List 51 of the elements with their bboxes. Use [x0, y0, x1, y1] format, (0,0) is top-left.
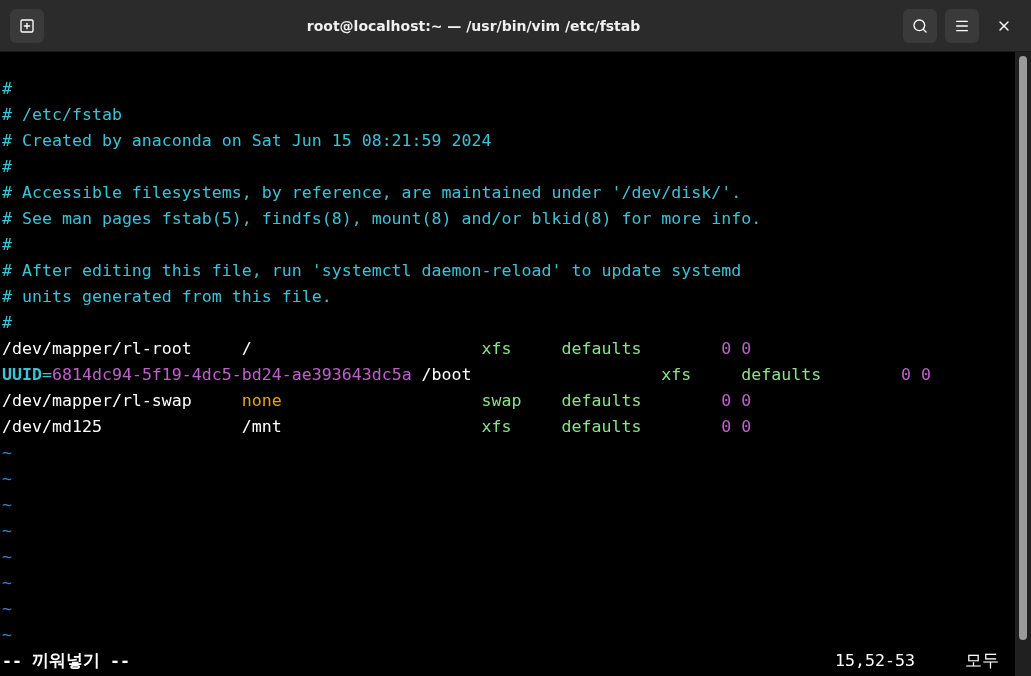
- comment-text: # See man pages fstab(5), findfs(8), mount(8) and/or blkid(8) for more info.: [2, 209, 762, 228]
- new-tab-button[interactable]: [10, 8, 44, 43]
- code-text: 6814dc94-5f19-4dc5-bd24-ae393643dc5a: [51, 365, 412, 384]
- code-text: 0 0: [721, 391, 752, 410]
- code-text: /mnt: [241, 417, 282, 436]
- search-button[interactable]: [903, 8, 937, 43]
- code-text: UUID: [2, 365, 42, 384]
- empty-line-marker: ~: [2, 573, 12, 592]
- empty-line-marker: ~: [2, 599, 12, 618]
- empty-line-marker: ~: [2, 625, 12, 644]
- mode-indicator: -- 끼워넣기 --: [2, 650, 130, 672]
- comment-text: # After editing this file, run 'systemctl daemon-reload' to update systemd: [2, 261, 742, 280]
- code-text: /: [241, 339, 252, 358]
- code-text: 0 0: [721, 417, 752, 436]
- comment-text: #: [2, 235, 12, 254]
- code-text: /dev/mapper/rl-root: [2, 339, 192, 358]
- code-text: /dev/mapper/rl-swap: [2, 391, 192, 410]
- scrollbar[interactable]: [1015, 52, 1031, 676]
- empty-line-marker: ~: [2, 443, 12, 462]
- scrollbar-thumb[interactable]: [1019, 56, 1027, 640]
- search-icon: [912, 17, 928, 34]
- code-text: /dev/md125: [2, 417, 102, 436]
- code-text: =: [41, 365, 52, 384]
- code-text: xfs: [481, 417, 512, 436]
- code-text: 0 0: [721, 339, 752, 358]
- empty-line-marker: ~: [2, 521, 12, 540]
- code-text: defaults: [561, 339, 642, 358]
- code-text: defaults: [741, 365, 822, 384]
- comment-text: #: [2, 157, 12, 176]
- code-text: defaults: [561, 391, 642, 410]
- code-text: defaults: [561, 417, 642, 436]
- code-text: /boot: [421, 365, 472, 384]
- comment-text: #: [2, 79, 12, 98]
- comment-text: # /etc/fstab: [2, 105, 122, 124]
- empty-line-marker: ~: [2, 547, 12, 566]
- code-text: none: [241, 391, 282, 410]
- cursor-position: 15,52-53: [835, 650, 916, 672]
- comment-text: #: [2, 313, 12, 332]
- code-text: xfs: [481, 339, 512, 358]
- comment-text: # Accessible filesystems, by reference, are maintained under '/dev/disk/'.: [2, 183, 742, 202]
- empty-line-marker: ~: [2, 495, 12, 514]
- window-title: root@localhost:~ — /usr/bin/vim /etc/fstab: [305, 17, 642, 34]
- comment-text: # Created by anaconda on Sat Jun 15 08:21:59 2024: [2, 131, 492, 150]
- plus-square-icon: [19, 17, 35, 34]
- scroll-position: 모두: [965, 650, 1000, 672]
- code-text: xfs: [661, 365, 692, 384]
- code-text: 0 0: [901, 365, 932, 384]
- empty-line-marker: ~: [2, 469, 12, 488]
- menu-button[interactable]: [945, 8, 979, 43]
- code-text: swap: [481, 391, 522, 410]
- comment-text: # units generated from this file.: [2, 287, 332, 306]
